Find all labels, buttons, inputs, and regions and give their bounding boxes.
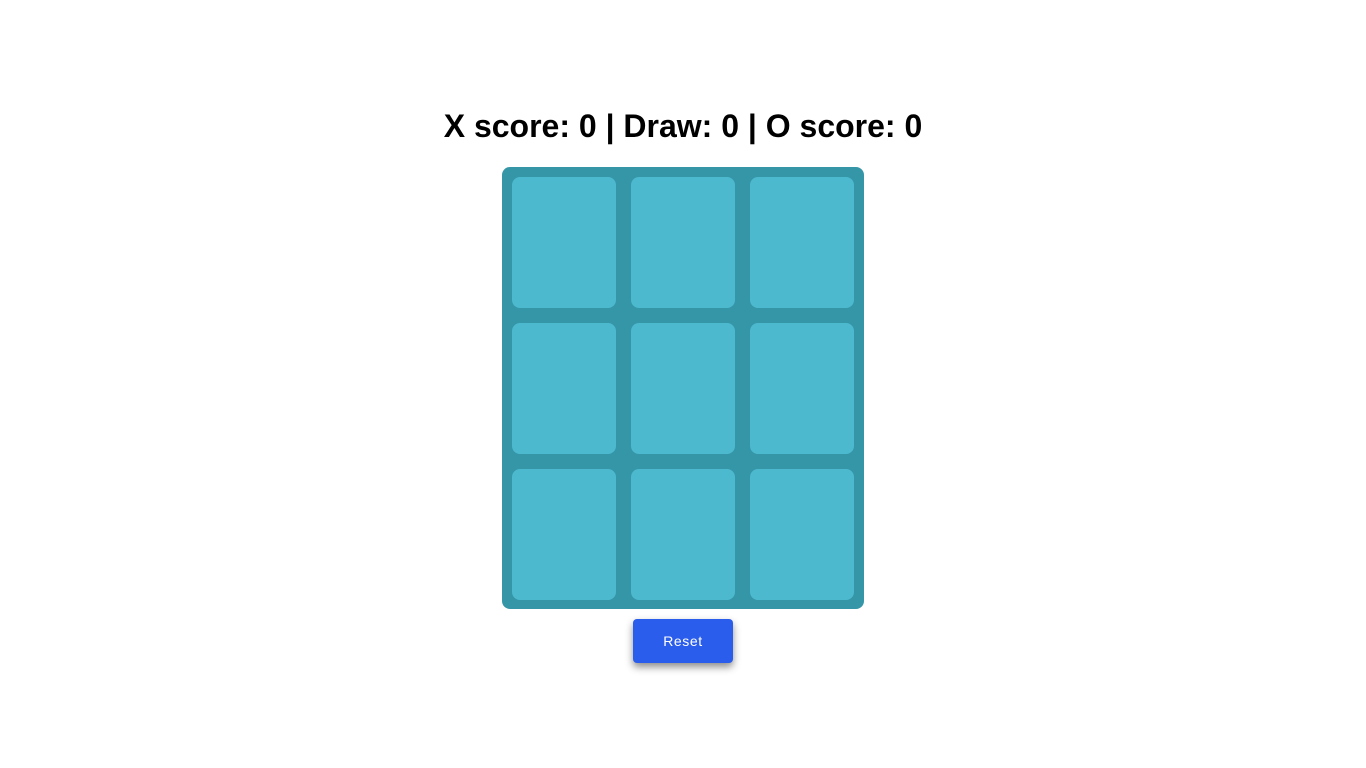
o-score-value: 0	[904, 108, 923, 144]
score-separator: |	[739, 108, 766, 144]
x-score-label: X score:	[443, 108, 579, 144]
board-cell-6[interactable]	[750, 323, 854, 454]
scoreboard: X score: 0 | Draw: 0 | O score: 0	[0, 106, 1366, 146]
board-cell-5[interactable]	[631, 323, 735, 454]
board-cell-1[interactable]	[512, 177, 616, 308]
score-separator: |	[596, 108, 624, 144]
x-score-value: 0	[578, 108, 597, 144]
board-cell-9[interactable]	[750, 469, 854, 600]
board-cell-7[interactable]	[512, 469, 616, 600]
board-cell-4[interactable]	[512, 323, 616, 454]
draw-score-label: Draw:	[623, 108, 722, 144]
game-board	[502, 167, 864, 609]
o-score-label: O score:	[765, 108, 905, 144]
board-cell-8[interactable]	[631, 469, 735, 600]
game-page: X score: 0 | Draw: 0 | O score: 0 Reset	[0, 0, 1366, 768]
board-cell-2[interactable]	[631, 177, 735, 308]
reset-button[interactable]: Reset	[633, 619, 733, 663]
board-cell-3[interactable]	[750, 177, 854, 308]
draw-score-value: 0	[721, 108, 740, 144]
